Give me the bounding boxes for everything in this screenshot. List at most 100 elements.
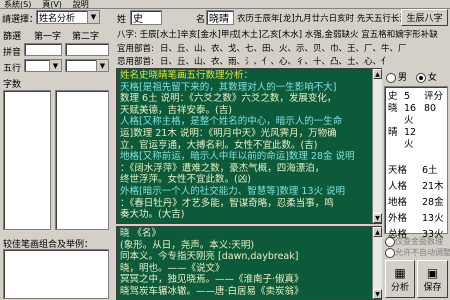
grid-value: 13火 bbox=[422, 213, 444, 224]
table-row: 晴 12火 bbox=[388, 127, 444, 151]
dictionary-line: 晓 《名》 bbox=[120, 228, 162, 239]
name-label: 名 bbox=[196, 15, 206, 25]
pinyin-input-1[interactable] bbox=[24, 43, 62, 56]
save-label: 保存 bbox=[423, 282, 442, 293]
grid-row: 地格 28金 bbox=[388, 197, 444, 209]
chevron-down-icon[interactable]: ▼ bbox=[87, 11, 99, 23]
grid-row: 天格 6土 bbox=[388, 165, 444, 177]
strokes-label: 字数 bbox=[3, 80, 22, 90]
analysis-scrollbar[interactable]: ▲ ▼ bbox=[372, 69, 382, 223]
grid-value: 21木 bbox=[422, 181, 444, 192]
char-cell: 晴 bbox=[388, 127, 398, 138]
dictionary-line: 冥冥之中，独见晓焉。——《淮南子·俶真》 bbox=[120, 274, 304, 286]
analysis-line: 奏大功。(大吉) bbox=[120, 209, 185, 221]
analysis-line: ：《阔水浮萍》遭难之数，豪杰气概，四海漂泊， bbox=[120, 162, 325, 174]
avoid-radicals-label: 忌用部首: bbox=[117, 57, 154, 67]
stroke-list-2[interactable] bbox=[55, 90, 109, 230]
save-button[interactable]: ▣ 保存 bbox=[417, 260, 448, 298]
bazi-line: 八字: 壬辰[水土]辛亥[金水]甲戌[木土]乙亥[木水] 水强,金弱缺火 宜五格… bbox=[117, 30, 438, 40]
dictionary-line: 晓，明也。——《说文》 bbox=[120, 262, 225, 274]
analysis-line: 天赋美德，吉祥安泰。(吉) bbox=[120, 104, 232, 116]
char-cell: 史 bbox=[388, 91, 398, 102]
menu-view[interactable]: 頁(V) bbox=[38, 0, 66, 9]
analysis-line: 地格[又称前运，暗示人中年以前的命运]数理 28金 说明 bbox=[120, 151, 355, 163]
dictionary-scrollbar[interactable]: ▲ ▼ bbox=[372, 227, 382, 299]
dictionary-line: 晓驾炭车辗冰辙。——唐·白居易《卖炭翁》 bbox=[120, 285, 304, 297]
dictionary-line: 同本义。今专指天刚亮 [dawn,daybreak] bbox=[120, 251, 299, 263]
favorable-radicals-label: 宜用部首: bbox=[117, 44, 154, 54]
analyze-label: 分析 bbox=[390, 282, 409, 293]
menu-bar: 系統(S) 頁(V) 說明 bbox=[0, 0, 450, 9]
analysis-line: 立，官运亨通，大搏名利。女性不宜此数。(吉) bbox=[120, 139, 318, 151]
surname-label: 姓 bbox=[117, 15, 127, 25]
analyze-icon: ▦ bbox=[394, 265, 406, 280]
analysis-line: 终世浮萍。女性不宜此数。(凶) bbox=[120, 174, 251, 186]
grid-name: 地格 bbox=[388, 197, 408, 208]
grid-value: 28金 bbox=[422, 197, 444, 208]
avoid-radicals: 日、丘、山、衣、雨、氵、亻、心、彳、十、凸、土、心、亻 bbox=[160, 57, 390, 67]
scroll-down-icon[interactable]: ▼ bbox=[373, 289, 382, 299]
scroll-down-icon[interactable]: ▼ bbox=[373, 213, 382, 223]
option-basic-only[interactable]: 仅查金面数理 bbox=[385, 236, 443, 247]
male-label: 男 bbox=[398, 73, 408, 83]
wuxing-label: 五行 bbox=[3, 64, 22, 74]
function-select[interactable]: 姓名分析 ▼ bbox=[36, 10, 100, 24]
gender-group: 男 女 bbox=[386, 70, 448, 84]
strokes-cell: 5 bbox=[404, 91, 411, 102]
analysis-line: 数理 6土 说明：《六爻之数》六爻之数，发展变化， bbox=[120, 93, 337, 105]
strokes-cell: 16火 bbox=[404, 103, 417, 126]
birth-info: 农历壬辰年[龙]九月廿六日亥时 先天五行长流水 bbox=[237, 14, 417, 24]
grid-value: 6土 bbox=[422, 165, 438, 176]
surname-input[interactable]: 史 bbox=[130, 10, 162, 25]
wuxing-select-1[interactable]: ▼ bbox=[24, 59, 62, 72]
bazi-button[interactable]: 生辰八字 bbox=[401, 9, 448, 26]
male-radio[interactable] bbox=[386, 72, 396, 83]
analysis-line: 人格[又称主格，是整个姓名的中心，暗示人的一生命 bbox=[120, 116, 343, 128]
filter-label: 篩選 bbox=[3, 32, 22, 42]
grid-name: 天格 bbox=[388, 165, 408, 176]
chevron-down-icon[interactable]: ▼ bbox=[96, 60, 108, 71]
analysis-line: 姓名史晓晴笔画五行数理分析： bbox=[120, 70, 254, 81]
analysis-line: 运]数理 21木 说明：《明月中天》光风霁月，万物确 bbox=[120, 127, 337, 139]
no-adjust-radio[interactable] bbox=[385, 247, 395, 258]
analysis-line: 外格[暗示一个人的社交能力、智慧等]数理 13火 说明 bbox=[120, 185, 346, 197]
grid-row: 外格 13火 bbox=[388, 213, 444, 225]
dictionary-panel: 晓 《名》 (象形。从日，尧声。本义:天明) 同本义。今专指天刚亮 [dawn,… bbox=[116, 226, 382, 300]
dictionary-line: (象形。从日，尧声。本义:天明) bbox=[120, 239, 255, 251]
analysis-line: 天格[是祖先留下来的，其数理对人的一生影响不大] bbox=[120, 81, 337, 93]
basic-only-radio[interactable] bbox=[385, 236, 395, 247]
select-label: 請選擇： bbox=[2, 15, 39, 25]
table-row: 晓 16火 80 bbox=[388, 103, 444, 127]
score-value: 80 bbox=[424, 103, 437, 114]
analysis-line: ：《春日牡丹》才艺多能，智谋奇略，忍柔当事，鸣 bbox=[120, 197, 334, 209]
menu-system[interactable]: 系統(S) bbox=[0, 0, 35, 9]
grid-name: 外格 bbox=[388, 213, 408, 224]
female-radio[interactable] bbox=[415, 72, 426, 83]
given-name-input[interactable]: 晓晴 bbox=[206, 10, 234, 25]
stroke-list-1[interactable] bbox=[3, 90, 51, 230]
no-adjust-label: 允许不自动调整 bbox=[395, 248, 450, 257]
char-cell: 晓 bbox=[388, 103, 398, 114]
score-table: 史 5 评分 晓 16火 80 晴 12火 天格 6土 人格 21木 地格 28金 外… bbox=[384, 86, 448, 240]
analyze-button[interactable]: ▦ 分析 bbox=[385, 260, 415, 298]
wuxing-select-2[interactable]: ▼ bbox=[65, 59, 109, 72]
grid-name: 人格 bbox=[388, 181, 408, 192]
strokes-cell: 12火 bbox=[404, 127, 417, 150]
col2-header: 第二字 bbox=[72, 32, 100, 42]
score-header: 评分 bbox=[424, 91, 444, 102]
scroll-up-icon[interactable]: ▲ bbox=[373, 69, 382, 79]
option-no-adjust[interactable]: 允许不自动调整 bbox=[385, 247, 450, 258]
scroll-up-icon[interactable]: ▲ bbox=[373, 227, 382, 237]
chevron-down-icon[interactable]: ▼ bbox=[49, 60, 61, 71]
function-select-value: 姓名分析 bbox=[39, 13, 76, 24]
favorable-radicals: 日、丘、山、衣、戈、七、田、火、示、贝、巾、王、厂、牛、厂 bbox=[160, 44, 407, 54]
female-label: 女 bbox=[427, 73, 437, 83]
table-row: 史 5 评分 bbox=[388, 91, 444, 103]
combo-list[interactable] bbox=[3, 249, 109, 299]
pinyin-input-2[interactable] bbox=[65, 43, 109, 56]
col1-header: 第一字 bbox=[34, 32, 62, 42]
menu-help[interactable]: 說明 bbox=[69, 0, 93, 9]
analysis-panel: 姓名史晓晴笔画五行数理分析： 天格[是祖先留下来的，其数理对人的一生影响不大] … bbox=[116, 68, 382, 224]
pinyin-label: 拼音 bbox=[3, 48, 22, 58]
basic-only-label: 仅查金面数理 bbox=[395, 237, 443, 246]
